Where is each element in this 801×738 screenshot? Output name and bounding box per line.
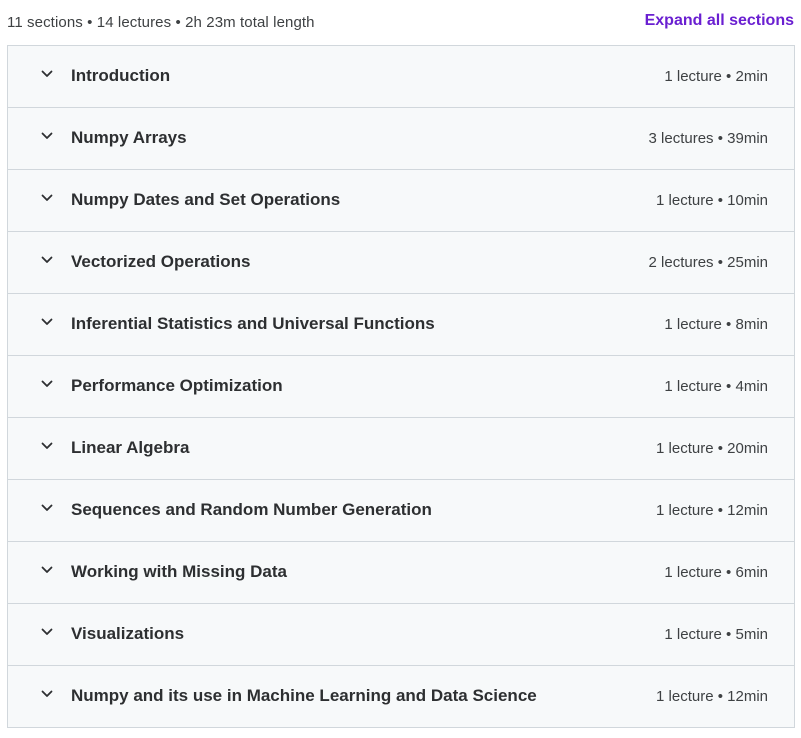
chevron-down-icon[interactable] — [40, 625, 54, 639]
course-summary: 11 sections • 14 lectures • 2h 23m total… — [7, 14, 315, 31]
chevron-down-icon[interactable] — [40, 129, 54, 143]
chevron-down-icon[interactable] — [40, 439, 54, 453]
section-meta: 1 lecture • 12min — [656, 688, 768, 705]
section-title: Vectorized Operations — [71, 252, 251, 271]
chevron-down-icon[interactable] — [40, 687, 54, 701]
chevron-down-icon[interactable] — [40, 191, 54, 205]
section-row[interactable]: Working with Missing Data 1 lecture • 6m… — [8, 542, 794, 604]
section-row[interactable]: Vectorized Operations 2 lectures • 25min — [8, 232, 794, 294]
section-meta: 1 lecture • 8min — [664, 316, 768, 333]
section-row[interactable]: Inferential Statistics and Universal Fun… — [8, 294, 794, 356]
section-meta: 1 lecture • 4min — [664, 378, 768, 395]
section-meta: 2 lectures • 25min — [648, 254, 768, 271]
expand-all-sections-button[interactable]: Expand all sections — [645, 12, 794, 30]
section-title: Numpy and its use in Machine Learning an… — [71, 686, 537, 705]
chevron-down-icon[interactable] — [40, 315, 54, 329]
section-meta: 1 lecture • 6min — [664, 564, 768, 581]
section-meta: 1 lecture • 20min — [656, 440, 768, 457]
section-title: Working with Missing Data — [71, 562, 287, 581]
section-meta: 1 lecture • 12min — [656, 502, 768, 519]
section-row[interactable]: Sequences and Random Number Generation 1… — [8, 480, 794, 542]
section-row[interactable]: Numpy and its use in Machine Learning an… — [8, 666, 794, 728]
section-row[interactable]: Visualizations 1 lecture • 5min — [8, 604, 794, 666]
section-row[interactable]: Numpy Dates and Set Operations 1 lecture… — [8, 170, 794, 232]
chevron-down-icon[interactable] — [40, 563, 54, 577]
section-title: Visualizations — [71, 624, 185, 643]
section-title: Linear Algebra — [71, 438, 190, 457]
section-title: Performance Optimization — [71, 376, 283, 395]
section-row[interactable]: Introduction 1 lecture • 2min — [8, 46, 794, 108]
chevron-down-icon[interactable] — [40, 501, 54, 515]
section-row[interactable]: Linear Algebra 1 lecture • 20min — [8, 418, 794, 480]
section-meta: 1 lecture • 2min — [664, 68, 768, 85]
chevron-down-icon[interactable] — [40, 67, 54, 81]
section-title: Numpy Arrays — [71, 128, 187, 147]
sections-list: Introduction 1 lecture • 2min Numpy Arra… — [7, 45, 795, 728]
section-title: Inferential Statistics and Universal Fun… — [71, 314, 435, 333]
section-row[interactable]: Performance Optimization 1 lecture • 4mi… — [8, 356, 794, 418]
chevron-down-icon[interactable] — [40, 253, 54, 267]
section-title: Numpy Dates and Set Operations — [71, 190, 341, 209]
section-meta: 1 lecture • 5min — [664, 626, 768, 643]
section-meta: 3 lectures • 39min — [648, 130, 768, 147]
section-row[interactable]: Numpy Arrays 3 lectures • 39min — [8, 108, 794, 170]
course-content: 11 sections • 14 lectures • 2h 23m total… — [0, 0, 801, 738]
course-content-header: 11 sections • 14 lectures • 2h 23m total… — [0, 0, 801, 45]
chevron-down-icon[interactable] — [40, 377, 54, 391]
section-title: Introduction — [71, 66, 171, 85]
section-meta: 1 lecture • 10min — [656, 192, 768, 209]
section-title: Sequences and Random Number Generation — [71, 500, 432, 519]
